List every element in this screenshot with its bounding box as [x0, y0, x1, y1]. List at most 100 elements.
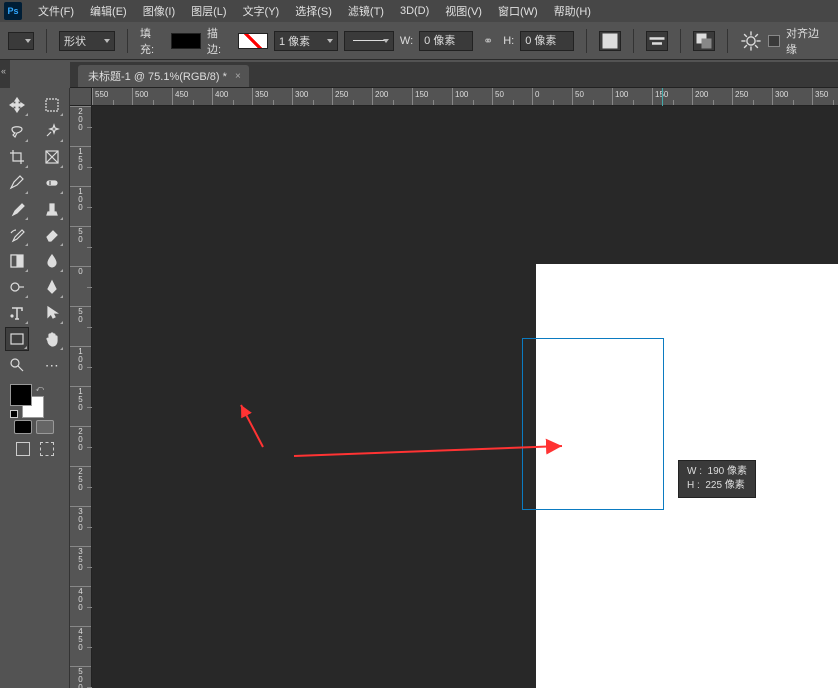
ruler-cursor-marker — [662, 88, 663, 106]
ruler-tick: 350 — [252, 88, 292, 105]
lasso-tool[interactable] — [5, 119, 29, 143]
chevron-left-icon[interactable]: « — [1, 66, 6, 76]
shape-mode-dropdown[interactable]: 形状 — [59, 31, 115, 51]
horizontal-ruler[interactable]: 5505004504003503002502001501005005010015… — [92, 88, 838, 106]
ruler-tick: 200 — [692, 88, 732, 105]
quick-mask-button[interactable] — [36, 420, 54, 434]
ruler-tick: 200 — [372, 88, 412, 105]
menu-file[interactable]: 文件(F) — [30, 1, 82, 21]
ruler-tick: 100 — [70, 346, 91, 386]
ruler-tick: 350 — [70, 546, 91, 586]
width-input[interactable]: 0 像素 — [419, 31, 473, 51]
screen-mode-button-2[interactable] — [40, 442, 54, 456]
screen-mode-button[interactable] — [16, 442, 30, 456]
edit-toolbar-button[interactable]: ⋯ — [40, 353, 64, 377]
fill-swatch[interactable] — [171, 33, 201, 49]
link-wh-icon[interactable]: ⚭ — [479, 34, 497, 48]
ruler-tick: 300 — [292, 88, 332, 105]
document-tab-title: 未标题-1 @ 75.1%(RGB/8) * — [88, 68, 227, 84]
stroke-label: 描边: — [207, 25, 232, 57]
ruler-tick: 500 — [132, 88, 172, 105]
rectangle-tool[interactable] — [5, 327, 29, 351]
menu-view[interactable]: 视图(V) — [437, 1, 490, 21]
menu-layer[interactable]: 图层(L) — [183, 1, 234, 21]
align-edges-label: 对齐边缘 — [786, 25, 830, 57]
eyedropper-tool[interactable] — [5, 171, 29, 195]
ruler-tick: 0 — [532, 88, 572, 105]
menu-3d[interactable]: 3D(D) — [392, 3, 437, 19]
ruler-tick: 100 — [612, 88, 652, 105]
vertical-ruler[interactable]: 2001501005005010015020025030035040045050… — [70, 106, 92, 688]
stroke-style-dropdown[interactable] — [344, 31, 394, 51]
photoshop-logo: Ps — [4, 2, 22, 20]
ruler-tick: 200 — [70, 106, 91, 146]
ruler-tick: 250 — [70, 466, 91, 506]
ruler-tick: 250 — [332, 88, 372, 105]
ruler-origin[interactable] — [70, 88, 92, 106]
brush-tool[interactable] — [5, 197, 29, 221]
menu-filter[interactable]: 滤镜(T) — [340, 1, 392, 21]
height-label: H: — [503, 35, 514, 47]
hand-tool[interactable] — [40, 327, 64, 351]
ruler-tick: 500 — [70, 666, 91, 688]
close-icon[interactable]: × — [235, 71, 241, 82]
gear-icon[interactable] — [740, 31, 762, 51]
dimension-tooltip: W : 190 像素 H : 225 像素 — [678, 460, 756, 498]
ruler-tick: 400 — [70, 586, 91, 626]
path-align-button[interactable] — [646, 31, 668, 51]
drawing-selection-rect — [522, 338, 664, 510]
tool-preset-picker[interactable] — [8, 32, 34, 50]
foreground-background-colors[interactable]: ⤺ — [10, 384, 44, 418]
height-input[interactable]: 0 像素 — [520, 31, 574, 51]
ruler-tick: 50 — [70, 306, 91, 346]
eraser-tool[interactable] — [40, 223, 64, 247]
ruler-tick: 150 — [70, 146, 91, 186]
default-colors-icon[interactable] — [10, 410, 18, 418]
align-edges-checkbox[interactable] — [768, 35, 780, 47]
magic-wand-tool[interactable] — [40, 119, 64, 143]
menu-help[interactable]: 帮助(H) — [546, 1, 599, 21]
menu-edit[interactable]: 编辑(E) — [82, 1, 135, 21]
ruler-tick: 150 — [70, 386, 91, 426]
path-selection-tool[interactable] — [40, 301, 64, 325]
ruler-tick: 0 — [70, 266, 91, 306]
marquee-tool[interactable] — [40, 93, 64, 117]
ruler-tick: 100 — [70, 186, 91, 226]
crop-tool[interactable] — [5, 145, 29, 169]
ruler-tick: 450 — [172, 88, 212, 105]
menu-image[interactable]: 图像(I) — [135, 1, 183, 21]
gradient-tool[interactable] — [5, 249, 29, 273]
swap-colors-icon[interactable]: ⤺ — [35, 384, 44, 394]
clone-stamp-tool[interactable] — [40, 197, 64, 221]
menu-window[interactable]: 窗口(W) — [490, 1, 546, 21]
dodge-tool[interactable] — [5, 275, 29, 299]
toolbox: ⋯ ⤺ — [0, 88, 70, 688]
slice-tool[interactable] — [40, 145, 64, 169]
foreground-color-swatch[interactable] — [10, 384, 32, 406]
workspace: 5505004504003503002502001501005005010015… — [70, 88, 838, 688]
ruler-tick: 250 — [732, 88, 772, 105]
ruler-tick: 50 — [70, 226, 91, 266]
menu-select[interactable]: 选择(S) — [287, 1, 340, 21]
standard-mode-button[interactable] — [14, 420, 32, 434]
path-arrange-button[interactable] — [693, 31, 715, 51]
annotation-arrow-1 — [237, 401, 267, 451]
path-combine-button[interactable] — [599, 31, 621, 51]
history-brush-tool[interactable] — [5, 223, 29, 247]
stroke-swatch[interactable] — [238, 33, 268, 49]
type-tool[interactable] — [5, 301, 29, 325]
ruler-tick: 550 — [92, 88, 132, 105]
move-tool[interactable] — [5, 93, 29, 117]
stroke-width-dropdown[interactable]: 1 像素 — [274, 31, 338, 51]
zoom-tool[interactable] — [5, 353, 29, 377]
ruler-tick: 300 — [772, 88, 812, 105]
blur-tool[interactable] — [40, 249, 64, 273]
canvas-stage[interactable]: W : 190 像素 H : 225 像素 — [92, 106, 838, 688]
ruler-tick: 50 — [492, 88, 532, 105]
healing-brush-tool[interactable] — [40, 171, 64, 195]
menu-text[interactable]: 文字(Y) — [235, 1, 288, 21]
ruler-tick: 150 — [652, 88, 692, 105]
document-tab[interactable]: 未标题-1 @ 75.1%(RGB/8) * × — [78, 65, 249, 87]
ruler-tick: 350 — [812, 88, 838, 105]
pen-tool[interactable] — [40, 275, 64, 299]
